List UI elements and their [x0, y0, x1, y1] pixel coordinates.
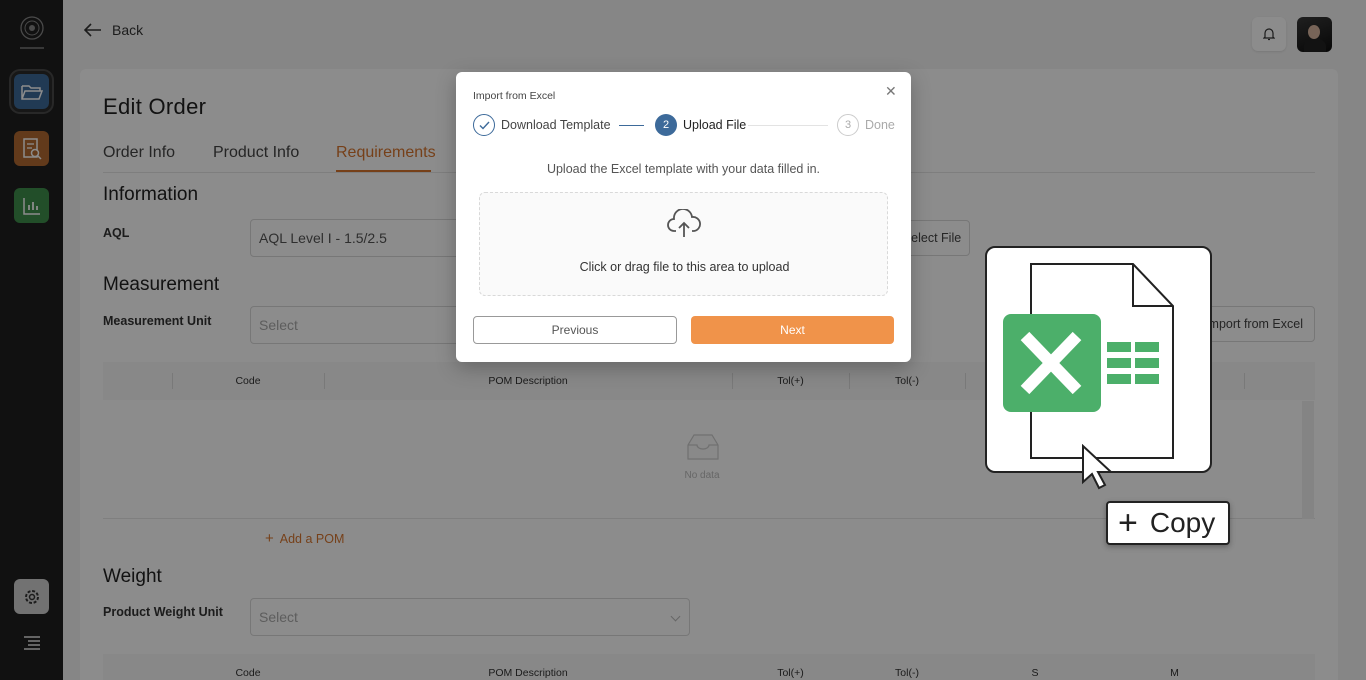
- upload-instruction: Upload the Excel template with your data…: [546, 162, 821, 176]
- step-number: 2: [655, 114, 677, 136]
- step-download-template: Download Template: [473, 114, 611, 136]
- plus-icon: +: [1118, 504, 1138, 542]
- copy-drop-badge: + Copy: [1106, 501, 1230, 545]
- next-button[interactable]: Next: [691, 316, 894, 344]
- check-icon: [473, 114, 495, 136]
- step-done: 3 Done: [837, 114, 895, 136]
- step-upload-file: 2 Upload File: [655, 114, 746, 136]
- import-excel-modal: Import from Excel ✕ Download Template 2 …: [456, 72, 911, 362]
- dropzone-text: Click or drag file to this area to uploa…: [579, 260, 790, 274]
- previous-button[interactable]: Previous: [473, 316, 677, 344]
- copy-label: Copy: [1149, 507, 1216, 538]
- modal-title: Import from Excel: [473, 90, 556, 102]
- file-dropzone[interactable]: Click or drag file to this area to uploa…: [479, 192, 888, 296]
- step-label: Upload File: [683, 118, 747, 132]
- step-number: 3: [837, 114, 859, 136]
- cursor-arrow-icon: [1082, 444, 1114, 490]
- close-icon[interactable]: ✕: [885, 83, 897, 100]
- cloud-upload-icon: [667, 209, 701, 237]
- step-label: Download Template: [501, 118, 611, 132]
- step-connector: [619, 125, 644, 126]
- dragged-excel-file: [985, 246, 1212, 490]
- step-label: Done: [865, 118, 895, 132]
- step-connector: [748, 125, 828, 126]
